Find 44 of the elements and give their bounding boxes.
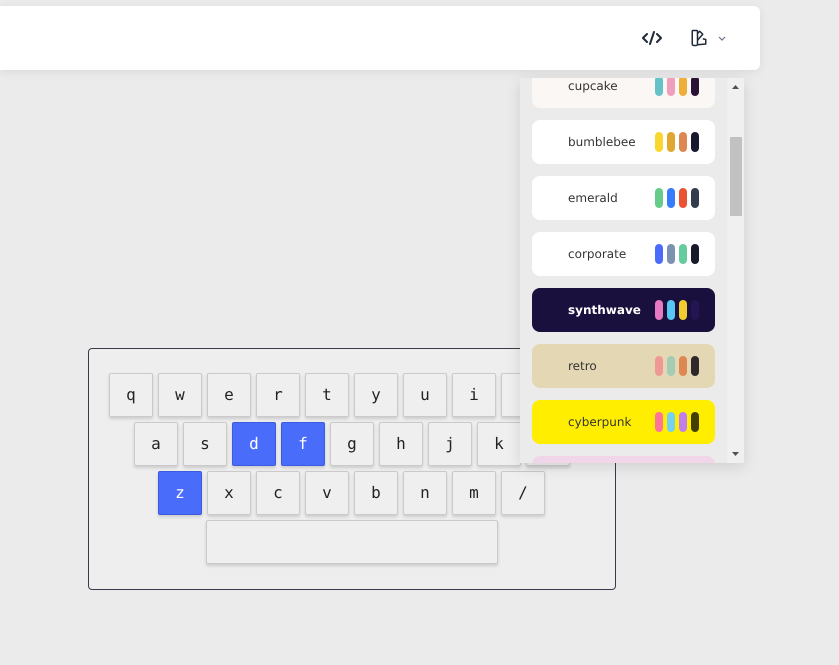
key[interactable]: k [477,422,521,466]
theme-name: cupcake [568,78,619,95]
theme-name: corporate [568,246,628,263]
theme-option[interactable]: bumblebee [532,120,715,164]
key[interactable]: x [207,471,251,515]
theme-name: emerald [568,190,619,207]
theme-name: retro [568,358,598,375]
theme-option[interactable]: cupcake [532,78,715,108]
key[interactable]: i [452,373,496,417]
key[interactable]: z [158,471,202,515]
theme-option[interactable]: cyberpunk [532,400,715,444]
theme-option[interactable]: synthwave [532,288,715,332]
key[interactable]: h [379,422,423,466]
key[interactable]: / [501,471,545,515]
theme-option[interactable]: corporate [532,232,715,276]
key[interactable]: s [183,422,227,466]
key[interactable]: g [330,422,374,466]
key[interactable]: c [256,471,300,515]
key[interactable]: u [403,373,447,417]
key[interactable]: j [428,422,472,466]
key[interactable]: n [403,471,447,515]
theme-name: synthwave [568,302,642,319]
key[interactable]: w [158,373,202,417]
key[interactable]: v [305,471,349,515]
scrollbar[interactable] [727,78,744,463]
theme-name: cyberpunk [568,414,632,431]
key[interactable]: m [452,471,496,515]
palette-icon [690,29,708,47]
key[interactable]: a [134,422,178,466]
key[interactable]: t [305,373,349,417]
theme-option[interactable]: emerald [532,176,715,220]
chevron-down-icon [718,36,726,40]
key[interactable]: q [109,373,153,417]
theme-option[interactable]: retro [532,344,715,388]
key[interactable]: b [354,471,398,515]
scrollbar-thumb[interactable] [730,137,742,216]
scroll-down-icon[interactable] [732,452,739,456]
theme-name: bumblebee [568,134,637,151]
scroll-up-icon[interactable] [732,85,739,89]
key[interactable]: e [207,373,251,417]
key[interactable]: f [281,422,325,466]
key[interactable]: r [256,373,300,417]
key[interactable]: d [232,422,276,466]
key[interactable]: y [354,373,398,417]
